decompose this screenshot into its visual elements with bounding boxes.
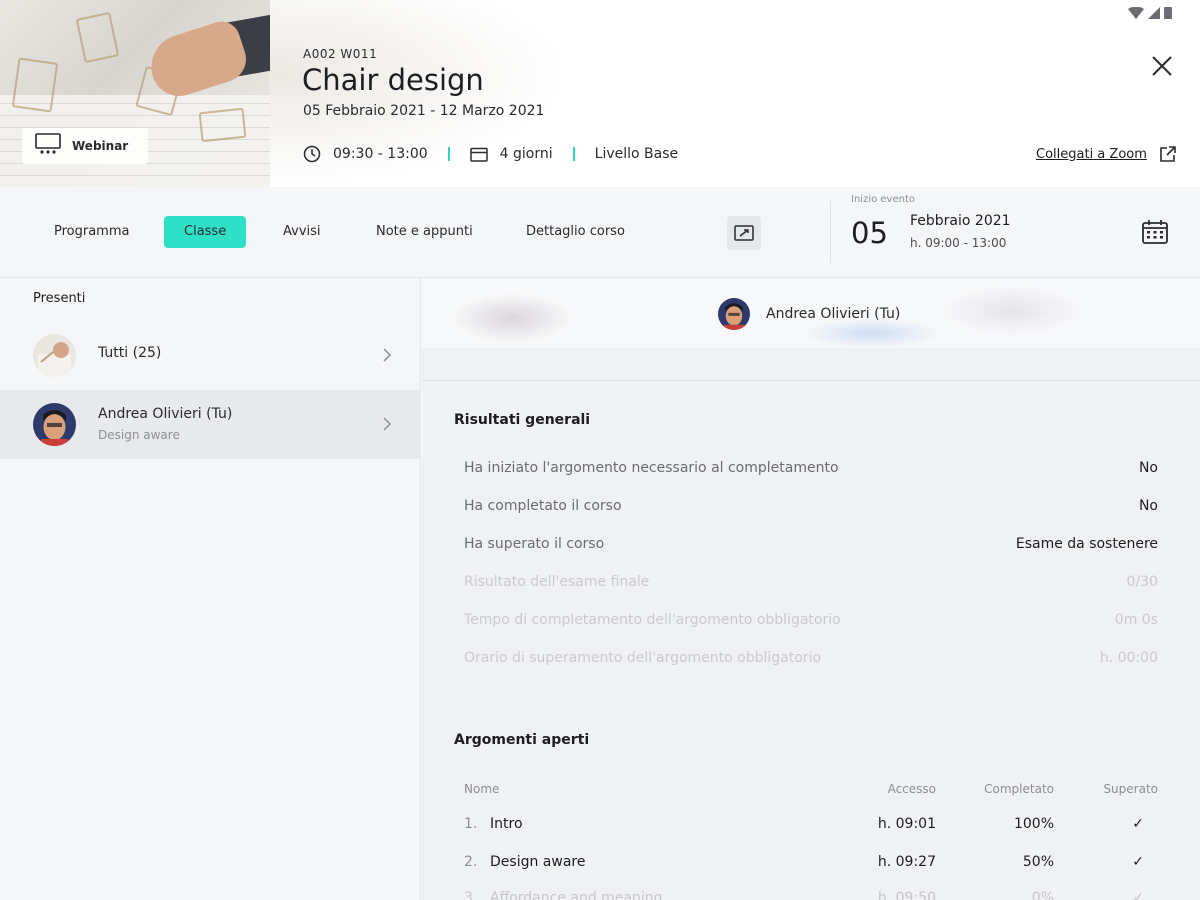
expand-icon: [734, 225, 754, 241]
attendee-detail-panel: Andrea Olivieri (Tu) Risultati generali …: [422, 278, 1200, 900]
attendees-title: Presenti: [33, 291, 86, 306]
result-label: Tempo di completamento dell'argomento ob…: [464, 612, 841, 628]
result-value: No: [1138, 498, 1158, 514]
course-time: 09:30 - 13:00: [333, 146, 428, 162]
result-row: Ha superato il corso Esame da sostenere: [464, 536, 1158, 558]
selected-user: Andrea Olivieri (Tu): [718, 298, 900, 330]
result-row: Orario di superamento dell'argomento obb…: [464, 650, 1158, 672]
column-name: Nome: [464, 782, 500, 796]
external-link-icon: [1160, 146, 1176, 162]
result-row: Ha iniziato l'argomento necessario al co…: [464, 460, 1158, 482]
course-meta: 09:30 - 13:00 4 giorni Livello Base: [303, 143, 678, 165]
chevron-right-icon: [382, 347, 392, 367]
tab-dettaglio[interactable]: Dettaglio corso: [506, 216, 645, 248]
topic-number: 3.: [464, 890, 478, 900]
result-value: No: [1138, 460, 1158, 476]
topic-completed: 50%: [1022, 854, 1054, 870]
course-title: Chair design: [302, 63, 484, 97]
selected-user-name: Andrea Olivieri (Tu): [766, 306, 901, 322]
topic-completed: 0%: [1031, 890, 1054, 900]
topic-access: h. 09:01: [877, 816, 936, 832]
result-label: Ha superato il corso: [464, 536, 605, 552]
zoom-link-label: Collegati a Zoom: [1036, 146, 1147, 162]
event-hours: h. 09:00 - 13:00: [910, 236, 1007, 250]
course-code: A002 W011: [303, 47, 378, 61]
topic-completed: 100%: [1013, 816, 1054, 832]
webinar-badge: Webinar: [22, 128, 148, 164]
event-start-label: Inizio evento: [851, 194, 915, 205]
result-row: Tempo di completamento dell'argomento ob…: [464, 612, 1158, 634]
calendar-icon: [1142, 220, 1168, 244]
close-button[interactable]: [1148, 52, 1176, 80]
result-value: Esame da sostenere: [1015, 536, 1158, 552]
result-row: Risultato dell'esame finale 0/30: [464, 574, 1158, 596]
topic-name: Design aware: [490, 854, 586, 870]
tab-programma[interactable]: Programma: [34, 216, 149, 248]
topic-access: h. 09:50: [877, 890, 936, 900]
avatar: [33, 334, 76, 377]
result-value: 0/30: [1126, 574, 1158, 590]
attendee-name: Tutti (25): [98, 345, 162, 361]
course-dates: 05 Febbraio 2021 - 12 Marzo 2021: [303, 103, 545, 119]
close-icon: [1152, 56, 1172, 76]
attendee-all[interactable]: Tutti (25): [0, 321, 421, 390]
table-row[interactable]: 3. Affordance and meaning h. 09:50 0% ✓: [464, 890, 1158, 900]
avatar: [718, 298, 750, 330]
result-label: Risultato dell'esame finale: [464, 574, 650, 590]
topic-access: h. 09:27: [877, 854, 936, 870]
expand-button[interactable]: [727, 216, 761, 250]
presentation-icon: [34, 132, 62, 160]
result-label: Orario di superamento dell'argomento obb…: [464, 650, 822, 666]
course-toolbar: Programma Classe Avvisi Note e appunti D…: [0, 187, 1200, 278]
attendee-name: Andrea Olivieri (Tu): [98, 406, 233, 422]
topics-title: Argomenti aperti: [454, 732, 590, 748]
system-status-icons: [1128, 6, 1172, 19]
zoom-link[interactable]: Collegati a Zoom: [1036, 145, 1177, 163]
check-icon: ✓: [1132, 890, 1144, 900]
tab-note[interactable]: Note e appunti: [356, 216, 493, 248]
column-completed: Completato: [984, 782, 1054, 796]
result-label: Ha iniziato l'argomento necessario al co…: [464, 460, 839, 476]
course-level: Livello Base: [594, 146, 679, 162]
detail-header: Andrea Olivieri (Tu): [422, 278, 1200, 348]
result-row: Ha completato il corso No: [464, 498, 1158, 520]
result-value: h. 00:00: [1099, 650, 1158, 666]
event-day: 05: [851, 216, 888, 250]
course-header: Webinar A002 W011 Chair design 05 Febbra…: [0, 0, 1200, 187]
tab-avvisi[interactable]: Avvisi: [263, 216, 341, 248]
avatar: [33, 403, 76, 446]
course-hero-image: Webinar: [0, 0, 270, 187]
attendees-panel: Presenti Tutti (25) Andrea Olivieri (Tu)…: [0, 278, 421, 900]
table-row[interactable]: 2. Design aware h. 09:27 50% ✓: [464, 854, 1158, 876]
column-passed: Superato: [1103, 782, 1158, 796]
table-row[interactable]: 1. Intro h. 09:01 100% ✓: [464, 816, 1158, 838]
calendar-icon: [469, 146, 488, 162]
tab-classe[interactable]: Classe: [164, 216, 247, 248]
course-duration: 4 giorni: [499, 146, 553, 162]
event-month: Febbraio 2021: [910, 213, 1011, 229]
check-icon: ✓: [1132, 816, 1144, 832]
chevron-right-icon: [382, 416, 392, 436]
wifi-icon: [1128, 6, 1144, 19]
attendee-andrea[interactable]: Andrea Olivieri (Tu) Design aware: [0, 390, 421, 459]
results-title: Risultati generali: [454, 412, 591, 428]
topic-name: Intro: [490, 816, 523, 832]
clock-icon: [303, 145, 321, 163]
column-access: Accesso: [887, 782, 936, 796]
calendar-button[interactable]: [1141, 219, 1169, 249]
attendee-subtitle: Design aware: [98, 428, 180, 442]
webinar-badge-label: Webinar: [72, 139, 129, 153]
topic-name: Affordance and meaning: [490, 890, 663, 900]
result-label: Ha completato il corso: [464, 498, 622, 514]
check-icon: ✓: [1132, 854, 1144, 870]
result-value: 0m 0s: [1114, 612, 1158, 628]
topics-table-header: Nome Accesso Completato Superato: [464, 782, 1158, 802]
signal-icon: [1148, 6, 1160, 19]
battery-icon: [1164, 7, 1172, 19]
topic-number: 1.: [464, 816, 478, 832]
topic-number: 2.: [464, 854, 478, 870]
